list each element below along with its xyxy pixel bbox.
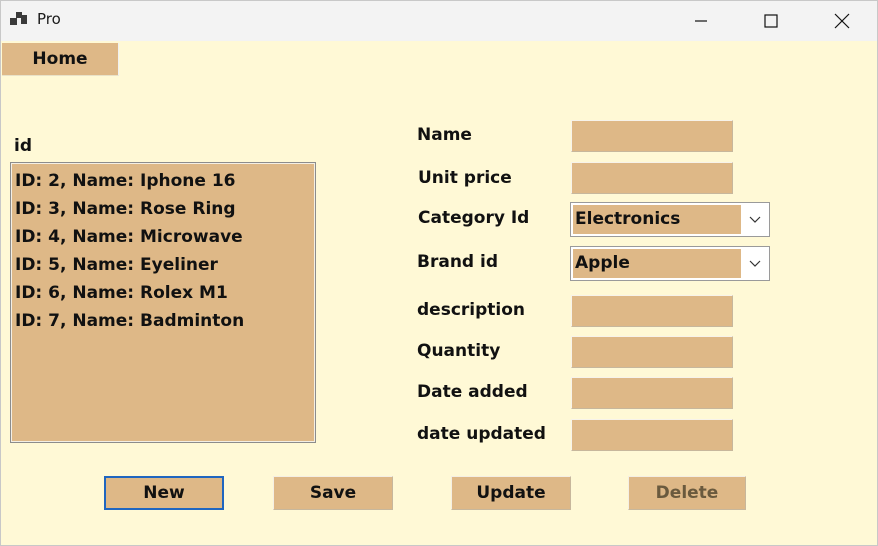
product-listbox[interactable]: ID: 2, Name: Iphone 16 ID: 3, Name: Rose… xyxy=(10,162,316,443)
unit-price-field[interactable] xyxy=(571,162,733,194)
date-updated-label: date updated xyxy=(417,424,546,444)
list-item[interactable]: ID: 5, Name: Eyeliner xyxy=(15,253,311,281)
maximize-icon xyxy=(764,14,778,28)
list-item[interactable]: ID: 7, Name: Badminton xyxy=(15,309,311,337)
description-field[interactable] xyxy=(571,295,733,327)
category-select[interactable]: Electronics xyxy=(570,202,770,237)
description-label: description xyxy=(417,300,526,320)
date-updated-field[interactable] xyxy=(571,419,733,451)
category-value: Electronics xyxy=(573,205,741,234)
title-bar[interactable]: Pro xyxy=(1,1,877,41)
list-label: id xyxy=(14,136,32,156)
window-title: Pro xyxy=(37,10,61,28)
brand-label: Brand id xyxy=(417,252,498,272)
save-button[interactable]: Save xyxy=(273,476,393,510)
category-label: Category Id xyxy=(418,208,530,228)
quantity-label: Quantity xyxy=(417,341,501,361)
minimize-button[interactable] xyxy=(666,1,736,41)
close-button[interactable] xyxy=(807,1,877,41)
list-item[interactable]: ID: 4, Name: Microwave xyxy=(15,225,311,253)
list-item[interactable]: ID: 3, Name: Rose Ring xyxy=(15,197,311,225)
name-field[interactable] xyxy=(571,120,733,152)
list-item[interactable]: ID: 6, Name: Rolex M1 xyxy=(15,281,311,309)
chevron-down-icon xyxy=(749,260,761,267)
list-item[interactable]: ID: 2, Name: Iphone 16 xyxy=(15,169,311,197)
close-icon xyxy=(834,13,850,29)
date-added-field[interactable] xyxy=(571,377,733,409)
chevron-down-icon xyxy=(749,216,761,223)
form-area: Home id ID: 2, Name: Iphone 16 ID: 3, Na… xyxy=(1,41,877,545)
app-icon xyxy=(10,12,27,25)
date-added-label: Date added xyxy=(417,382,528,402)
name-label: Name xyxy=(417,125,472,145)
unit-price-label: Unit price xyxy=(418,168,512,188)
update-button[interactable]: Update xyxy=(451,476,571,510)
delete-button[interactable]: Delete xyxy=(628,476,746,510)
maximize-button[interactable] xyxy=(736,1,806,41)
menu-home[interactable]: Home xyxy=(2,43,119,76)
new-button[interactable]: New xyxy=(104,476,224,510)
brand-select[interactable]: Apple xyxy=(570,246,770,281)
minimize-icon xyxy=(695,20,707,22)
main-window: Pro Home id ID: 2, Name: Iphone 16 ID: 3… xyxy=(0,0,878,546)
brand-value: Apple xyxy=(573,249,741,278)
brand-dropdown-button[interactable] xyxy=(741,247,769,280)
category-dropdown-button[interactable] xyxy=(741,203,769,236)
quantity-field[interactable] xyxy=(571,336,733,368)
